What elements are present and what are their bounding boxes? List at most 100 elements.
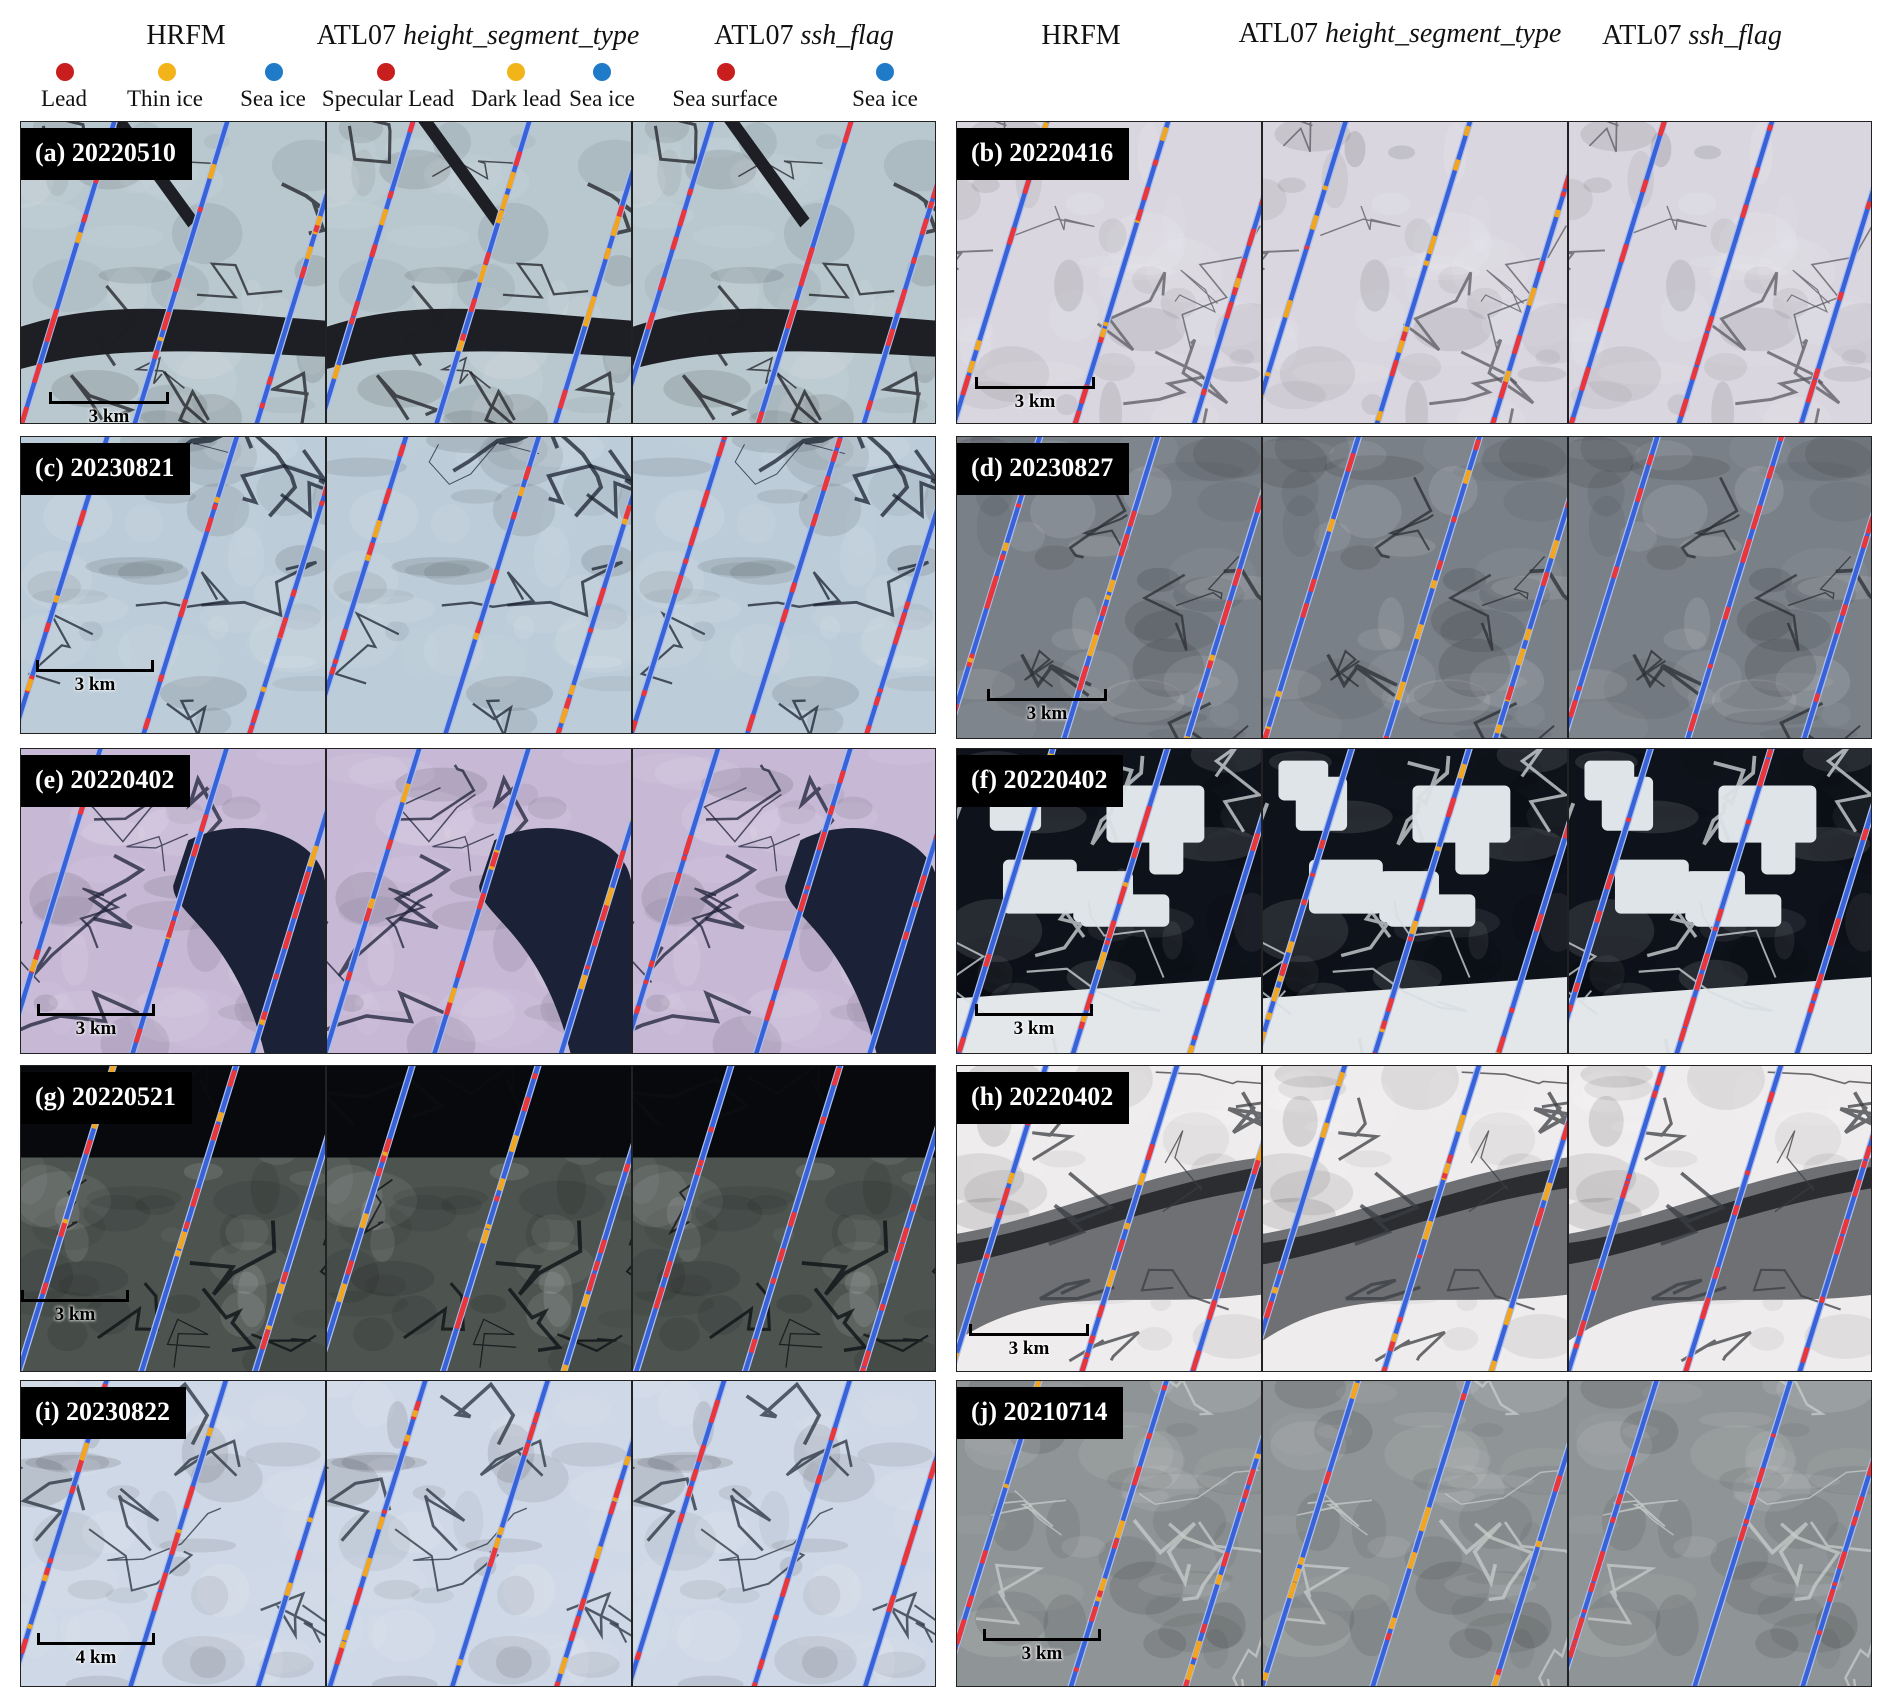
scale-bar-line: [36, 660, 154, 672]
scale-bar-line: [975, 1004, 1093, 1016]
scale-bar-text: 3 km: [1021, 1643, 1063, 1664]
panel-b-height-segment-type-image: [1262, 122, 1568, 423]
header-hst-label: height_segment_type: [402, 20, 640, 51]
panel-i-scale-bar: 4 km: [37, 1633, 155, 1669]
legend-dot-sea-ice-ssh: [876, 63, 894, 81]
scale-bar-line: [983, 1629, 1101, 1641]
panel-g: (g) 20220521 3 km: [20, 1065, 936, 1372]
scale-bar-line: [49, 392, 169, 404]
legend-label-sea-ice: Sea ice: [240, 86, 306, 111]
panel-e-ssh-flag-image: [632, 749, 935, 1053]
scale-bar-text: 3 km: [1026, 703, 1068, 724]
panel-d-label: (d) 20230827: [957, 443, 1130, 495]
panel-b: (b) 20220416 3 km: [956, 121, 1872, 424]
header-ssh-label: ssh_flag: [1688, 20, 1782, 51]
panel-e-label: (e) 20220402: [21, 755, 191, 807]
scale-bar-line: [975, 377, 1095, 389]
scale-bar-text: 4 km: [75, 1647, 117, 1668]
panel-g-height-segment-type-image: [326, 1066, 632, 1371]
scale-bar-text: 3 km: [54, 1304, 96, 1325]
panel-j-height-segment-type-image: [1262, 1381, 1568, 1686]
legend-label-sea-ice-ssh: Sea ice: [852, 86, 918, 111]
legend-label-thin-ice: Thin ice: [127, 86, 203, 111]
panel-j-ssh-flag-image: [1568, 1381, 1871, 1686]
panel-h-ssh-flag-image: [1568, 1066, 1871, 1371]
legend-label-sea-ice-hst: Sea ice: [569, 86, 635, 111]
panel-d-ssh-flag-image: [1568, 437, 1871, 738]
panel-c-scale-bar: 3 km: [36, 660, 154, 696]
header-atl07-label: ATL07: [1238, 18, 1318, 49]
panel-a-label: (a) 20220510: [21, 128, 192, 180]
header-ssh-right: ATL07 ssh_flag: [1602, 20, 1782, 52]
header-hst-label: height_segment_type: [1324, 18, 1562, 49]
legend-label-specular-lead: Specular Lead: [321, 86, 455, 111]
panel-b-ssh-flag-image: [1568, 122, 1871, 423]
scale-bar-text: 3 km: [1014, 391, 1056, 412]
header-hrfm-right: HRFM: [1041, 20, 1121, 51]
panel-h-label: (h) 20220402: [957, 1072, 1130, 1124]
legend-dot-thin-ice: [158, 63, 176, 81]
scale-bar-text: 3 km: [1008, 1338, 1050, 1359]
legend-dot-dark-lead: [507, 63, 525, 81]
panel-b-scale-bar: 3 km: [975, 377, 1095, 413]
header-hst-right: ATL07 height_segment_type: [1239, 18, 1562, 50]
header-hst-left: ATL07 height_segment_type: [317, 20, 640, 52]
panel-c-height-segment-type-image: [326, 437, 632, 733]
panel-f: (f) 20220402 3 km: [956, 748, 1872, 1054]
scale-bar-text: 3 km: [88, 406, 130, 424]
panel-c-label: (c) 20230821: [21, 443, 191, 495]
header-atl07-label: ATL07: [714, 20, 794, 51]
panel-f-height-segment-type-image: [1262, 749, 1568, 1053]
scale-bar-line: [37, 1004, 155, 1016]
legend-dot-sea-ice: [265, 63, 283, 81]
legend-dot-sea-ice-hst: [593, 63, 611, 81]
panel-f-ssh-flag-image: [1568, 749, 1871, 1053]
scale-bar-line: [37, 1633, 155, 1645]
header-ssh-left: ATL07 ssh_flag: [714, 20, 894, 52]
scale-bar-line: [21, 1290, 129, 1302]
header-ssh-label: ssh_flag: [800, 20, 894, 51]
panel-c: (c) 20230821 3 km: [20, 436, 936, 734]
panel-h: (h) 20220402 3 km: [956, 1065, 1872, 1372]
panel-d: (d) 20230827 3 km: [956, 436, 1872, 739]
scale-bar-line: [987, 689, 1107, 701]
legend-dot-lead: [56, 63, 74, 81]
panel-i-label: (i) 20230822: [21, 1387, 187, 1439]
panel-i-ssh-flag-image: [632, 1381, 935, 1686]
panel-b-label: (b) 20220416: [957, 128, 1130, 180]
panel-j-label: (j) 20210714: [957, 1387, 1124, 1439]
panel-c-ssh-flag-image: [632, 437, 935, 733]
legend-dot-sea-surface: [717, 63, 735, 81]
panel-a-scale-bar: 3 km: [49, 392, 169, 424]
panel-f-scale-bar: 3 km: [975, 1004, 1093, 1040]
panel-i-height-segment-type-image: [326, 1381, 632, 1686]
panel-a-height-segment-type-image: [326, 122, 632, 423]
scale-bar-line: [969, 1324, 1089, 1336]
legend-label-sea-surface: Sea surface: [672, 86, 778, 111]
panel-i: (i) 20230822 4 km: [20, 1380, 936, 1687]
panel-g-label: (g) 20220521: [21, 1072, 192, 1124]
panel-h-scale-bar: 3 km: [969, 1324, 1089, 1360]
scale-bar-text: 3 km: [1013, 1018, 1055, 1039]
panel-d-height-segment-type-image: [1262, 437, 1568, 738]
panel-h-height-segment-type-image: [1262, 1066, 1568, 1371]
panel-j: (j) 20210714 3 km: [956, 1380, 1872, 1687]
panel-d-scale-bar: 3 km: [987, 689, 1107, 725]
panel-a-ssh-flag-image: [632, 122, 935, 423]
panel-e-scale-bar: 3 km: [37, 1004, 155, 1040]
panel-g-scale-bar: 3 km: [21, 1290, 129, 1326]
panel-g-ssh-flag-image: [632, 1066, 935, 1371]
panel-e: (e) 20220402 3 km: [20, 748, 936, 1054]
scale-bar-text: 3 km: [75, 1018, 117, 1039]
legend-label-lead: Lead: [41, 86, 87, 111]
panel-f-label: (f) 20220402: [957, 755, 1124, 807]
header-atl07-label: ATL07: [316, 20, 396, 51]
panel-j-scale-bar: 3 km: [983, 1629, 1101, 1665]
panel-a: (a) 20220510 3 km: [20, 121, 936, 424]
legend-dot-specular-lead: [377, 63, 395, 81]
panel-e-height-segment-type-image: [326, 749, 632, 1053]
scale-bar-text: 3 km: [74, 674, 116, 695]
legend-label-dark-lead: Dark lead: [470, 86, 562, 111]
header-hrfm-left: HRFM: [146, 20, 226, 51]
header-atl07-label: ATL07: [1602, 20, 1682, 51]
